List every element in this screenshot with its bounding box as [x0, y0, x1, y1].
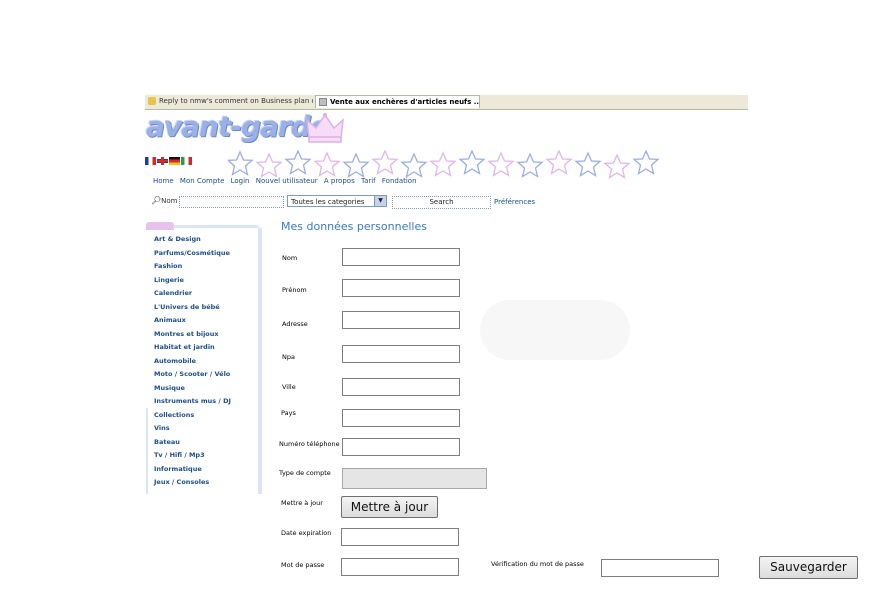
site-logo[interactable]: avant-garde — [146, 110, 329, 143]
category-list: Art & Design Parfums/Cosmétique Fashion … — [154, 234, 231, 491]
category-link[interactable]: Habitat et jardin — [154, 342, 231, 356]
category-link[interactable]: Collections — [154, 410, 231, 424]
ville-label: Ville — [282, 383, 296, 391]
pays-field[interactable] — [342, 409, 460, 427]
language-selector — [145, 157, 193, 166]
prenom-label: Prénom — [282, 286, 307, 294]
nom-label: Nom — [282, 254, 298, 262]
password-label: Mot de passe — [281, 561, 325, 569]
search-button[interactable]: Search — [392, 196, 491, 209]
ville-field[interactable] — [342, 378, 460, 396]
category-link[interactable]: Tv / Hifi / Mp3 — [154, 450, 231, 464]
category-link[interactable]: Bateau — [154, 437, 231, 451]
category-link[interactable]: Informatique — [154, 464, 231, 478]
sidebar-border — [173, 225, 259, 228]
category-link[interactable]: Vins — [154, 423, 231, 437]
expiration-date-label: Date expiration — [281, 529, 332, 537]
nav-mon-compte-link[interactable]: Mon Compte — [180, 177, 224, 185]
nav-tarif-link[interactable]: Tarif — [361, 177, 376, 185]
account-type-label: Type de compte — [279, 469, 331, 477]
nav-a-propos-link[interactable]: A propos — [324, 177, 355, 185]
nom-field[interactable] — [342, 248, 460, 266]
browser-tab-bar: Reply to nmw's comment on Business plan … — [145, 95, 748, 110]
stars-decoration — [228, 150, 659, 179]
category-select[interactable]: Toutes les categories ▼ — [287, 195, 387, 207]
password-field[interactable] — [341, 558, 459, 576]
nav-nouvel-utilisateur-link[interactable]: Nouvel utilisateur — [256, 177, 318, 185]
update-label: Mettre à jour — [281, 499, 323, 507]
adresse-field[interactable] — [342, 311, 460, 329]
prenom-field[interactable] — [342, 279, 460, 297]
it-flag-icon[interactable] — [181, 157, 192, 165]
nav-home-link[interactable]: Home — [153, 177, 174, 185]
category-link[interactable]: Art & Design — [154, 234, 231, 248]
sidebar-tab — [146, 222, 174, 230]
page-icon — [148, 97, 156, 105]
category-link[interactable]: Lingerie — [154, 275, 231, 289]
preferences-link[interactable]: Préférences — [494, 198, 535, 206]
category-link[interactable]: Montres et bijoux — [154, 329, 231, 343]
category-link[interactable]: Calendrier — [154, 288, 231, 302]
gb-flag-icon[interactable] — [157, 157, 168, 165]
search-input[interactable] — [179, 196, 284, 208]
browser-tab[interactable]: Reply to nmw's comment on Business plan … — [145, 95, 313, 108]
pays-label: Pays — [281, 409, 296, 417]
top-nav: Home Mon Compte Login Nouvel utilisateur… — [153, 177, 421, 185]
page-icon — [319, 98, 327, 106]
npa-label: Npa — [282, 353, 295, 361]
background-watermark — [480, 300, 630, 360]
save-button[interactable]: Sauvegarder — [759, 556, 858, 579]
category-link[interactable]: Automobile — [154, 356, 231, 370]
account-type-field — [342, 468, 487, 489]
form-title: Mes données personnelles — [281, 220, 427, 233]
search-name-label: 🔎︎Nom — [151, 196, 178, 205]
password-verification-label: Vérification du mot de passe — [491, 560, 584, 568]
fr-flag-icon[interactable] — [145, 157, 156, 165]
search-icon: 🔎︎ — [151, 196, 162, 205]
category-link[interactable]: Jeux / Consoles — [154, 477, 231, 491]
expiration-date-field[interactable] — [341, 528, 459, 546]
password-verification-field[interactable] — [601, 559, 719, 577]
browser-tab-label: Reply to nmw's comment on Business plan … — [159, 97, 313, 105]
telephone-field[interactable] — [342, 438, 460, 456]
nav-fondation-link[interactable]: Fondation — [382, 177, 417, 185]
category-link[interactable]: Parfums/Cosmétique — [154, 248, 231, 262]
category-link[interactable]: Instruments mus / DJ — [154, 396, 231, 410]
category-link[interactable]: Musique — [154, 383, 231, 397]
category-link[interactable]: Animaux — [154, 315, 231, 329]
category-select-value: Toutes les categories — [291, 198, 365, 206]
sidebar-border — [146, 408, 148, 494]
category-link[interactable]: Moto / Scooter / Vélo — [154, 369, 231, 383]
sidebar-border — [258, 228, 262, 494]
update-button[interactable]: Mettre à jour — [341, 496, 438, 518]
chevron-down-icon[interactable]: ▼ — [374, 196, 386, 206]
npa-field[interactable] — [342, 345, 460, 363]
browser-tab-active[interactable]: Vente aux enchères d'articles neufs ... — [315, 95, 480, 108]
crown-icon — [306, 113, 344, 143]
nav-login-link[interactable]: Login — [231, 177, 250, 185]
category-link[interactable]: L'Univers de bébé — [154, 302, 231, 316]
browser-tab-label: Vente aux enchères d'articles neufs ... — [330, 98, 480, 106]
telephone-label: Numéro téléphone — [279, 440, 340, 448]
de-flag-icon[interactable] — [169, 157, 180, 165]
adresse-label: Adresse — [282, 320, 308, 328]
category-link[interactable]: Fashion — [154, 261, 231, 275]
